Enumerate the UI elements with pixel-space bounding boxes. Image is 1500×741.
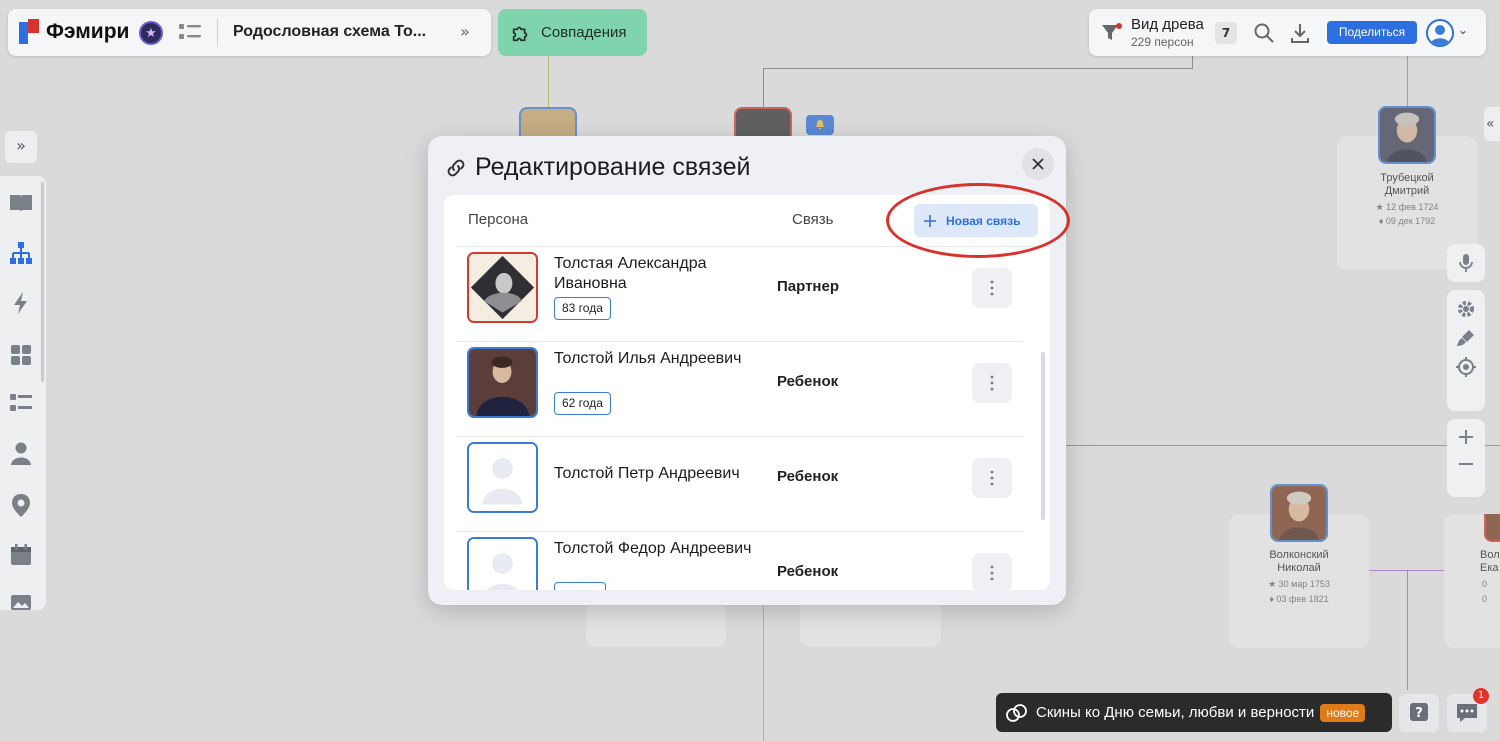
list-item[interactable]: Толстая Александра Ивановна 83 года Парт… (456, 247, 1023, 342)
person-name: Толстой Петр Андреевич (554, 465, 740, 482)
sidebar-scrollbar[interactable] (41, 182, 44, 382)
relation-type: Партнер (777, 278, 839, 295)
tree-structure-icon[interactable] (8, 240, 34, 266)
premium-star-icon[interactable]: ★ (139, 21, 163, 45)
list-icon[interactable] (178, 22, 202, 42)
user-avatar[interactable] (1426, 19, 1454, 47)
list-item[interactable]: Толстой Федор Андреевич Ребенок (456, 532, 1023, 590)
dialog-title: Редактирование связей (475, 153, 751, 181)
settings-tools (1447, 290, 1485, 411)
list-item[interactable]: Толстой Петр Андреевич Ребенок (456, 437, 1023, 532)
filter-count-badge: 7 (1215, 22, 1237, 44)
target-icon[interactable] (1456, 357, 1476, 377)
sidebar (0, 176, 46, 610)
more-vertical-icon (990, 280, 994, 296)
zoom-tools (1447, 419, 1485, 497)
column-header-person: Персона (468, 211, 529, 228)
divider (217, 19, 218, 47)
grid-icon[interactable] (8, 342, 34, 368)
zoom-in-icon[interactable] (1457, 428, 1475, 446)
logo-text: Фэмири (46, 20, 130, 43)
download-icon[interactable] (1288, 21, 1312, 45)
person-name: Толстой Илья Андреевич (554, 350, 742, 367)
panel-collapse-button[interactable]: « (1484, 107, 1500, 141)
age-badge (554, 582, 606, 590)
list-scrollbar[interactable] (1041, 352, 1045, 520)
microphone-icon (1459, 254, 1473, 272)
lightning-icon[interactable] (8, 290, 34, 316)
list-item[interactable]: Толстой Илья Андреевич 62 года Ребенок (456, 342, 1023, 437)
link-chain-icon (1006, 703, 1027, 722)
svg-text:?: ? (1415, 706, 1423, 721)
links-list: Толстая Александра Ивановна 83 года Парт… (444, 247, 1050, 590)
more-vertical-icon (990, 470, 994, 486)
portrait-thumb (467, 252, 538, 323)
double-chevron-right-icon[interactable]: » (460, 22, 470, 41)
calendar-icon[interactable] (8, 542, 34, 568)
sidebar-expand-button[interactable]: » (5, 131, 37, 163)
logo-icon (19, 19, 39, 44)
promo-text: Скины ко Дню семьи, любви и верности (1036, 704, 1315, 721)
avatar-placeholder (467, 537, 538, 590)
matches-label: Совпадения (541, 24, 627, 41)
row-menu-button[interactable] (972, 458, 1012, 498)
row-menu-button[interactable] (972, 268, 1012, 308)
zoom-out-icon[interactable] (1457, 455, 1475, 473)
age-badge: 83 года (554, 297, 611, 320)
brush-icon[interactable] (1456, 328, 1476, 348)
new-badge: новое (1320, 703, 1366, 722)
image-icon[interactable] (8, 592, 34, 610)
chevron-down-icon[interactable]: ⌄ (1458, 23, 1468, 37)
close-icon (1032, 158, 1044, 170)
person-name: Толстой Федор Андреевич (554, 540, 752, 557)
person-icon[interactable] (8, 440, 34, 466)
relation-type: Ребенок (777, 468, 839, 485)
top-bar: Фэмири ★ Родословная схема То... » (8, 9, 491, 56)
voice-tool[interactable] (1447, 244, 1485, 282)
book-icon[interactable] (8, 190, 34, 216)
portrait-thumb (467, 347, 538, 418)
row-menu-button[interactable] (972, 553, 1012, 590)
promo-banner[interactable]: Скины ко Дню семьи, любви и верности нов… (996, 693, 1392, 732)
relation-type: Ребенок (777, 373, 839, 390)
question-icon: ? (1410, 703, 1428, 721)
relation-type: Ребенок (777, 563, 839, 580)
more-vertical-icon (990, 375, 994, 391)
view-toolbar: Вид древа 229 персон 7 Поделиться ⌄ (1089, 9, 1486, 56)
column-header-relation: Связь (792, 211, 834, 228)
tree-title[interactable]: Родословная схема То... (233, 23, 426, 41)
help-button[interactable]: ? (1399, 694, 1439, 732)
row-menu-button[interactable] (972, 363, 1012, 403)
view-title[interactable]: Вид древа (1131, 16, 1204, 33)
person-name: Толстая Александра Ивановна (554, 255, 707, 292)
puzzle-icon (512, 26, 528, 41)
close-button[interactable] (1022, 148, 1054, 180)
search-icon[interactable] (1253, 22, 1275, 44)
location-pin-icon[interactable] (8, 492, 34, 518)
person-count: 229 персон (1131, 35, 1194, 49)
annotation-highlight-circle (886, 183, 1070, 258)
avatar-placeholder (467, 442, 538, 513)
list-icon[interactable] (8, 390, 34, 416)
share-button[interactable]: Поделиться (1327, 21, 1417, 44)
gear-icon[interactable] (1456, 299, 1476, 319)
link-icon (447, 159, 465, 177)
unread-count-badge: 1 (1473, 688, 1489, 704)
age-badge: 62 года (554, 392, 611, 415)
filter-icon[interactable] (1099, 21, 1123, 45)
more-vertical-icon (990, 565, 994, 581)
matches-button[interactable]: Совпадения (498, 9, 647, 56)
